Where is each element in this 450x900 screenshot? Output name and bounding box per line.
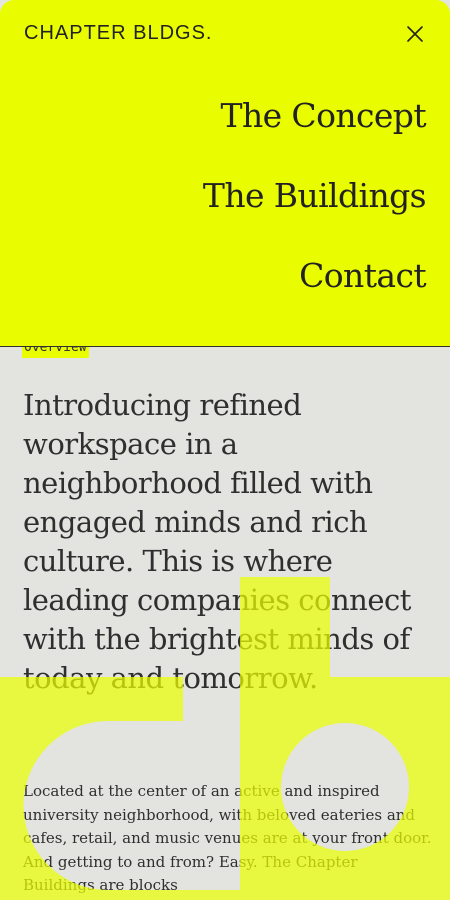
close-icon[interactable] (403, 22, 427, 46)
overview-body: Located at the center of an active and i… (23, 782, 432, 895)
nav-item-contact[interactable]: Contact (203, 256, 426, 296)
brand-logo[interactable]: CHAPTER BLDGS. (24, 22, 212, 45)
nav-item-concept[interactable]: The Concept (203, 96, 427, 136)
menu-overlay: CHAPTER BLDGS. The Concept The Buildings… (0, 0, 450, 347)
overview-headline: Introducing refined workspace in a neigh… (23, 388, 411, 695)
nav-item-buildings[interactable]: The Buildings (203, 176, 427, 216)
main-nav: The Concept The Buildings Contact (203, 96, 427, 336)
